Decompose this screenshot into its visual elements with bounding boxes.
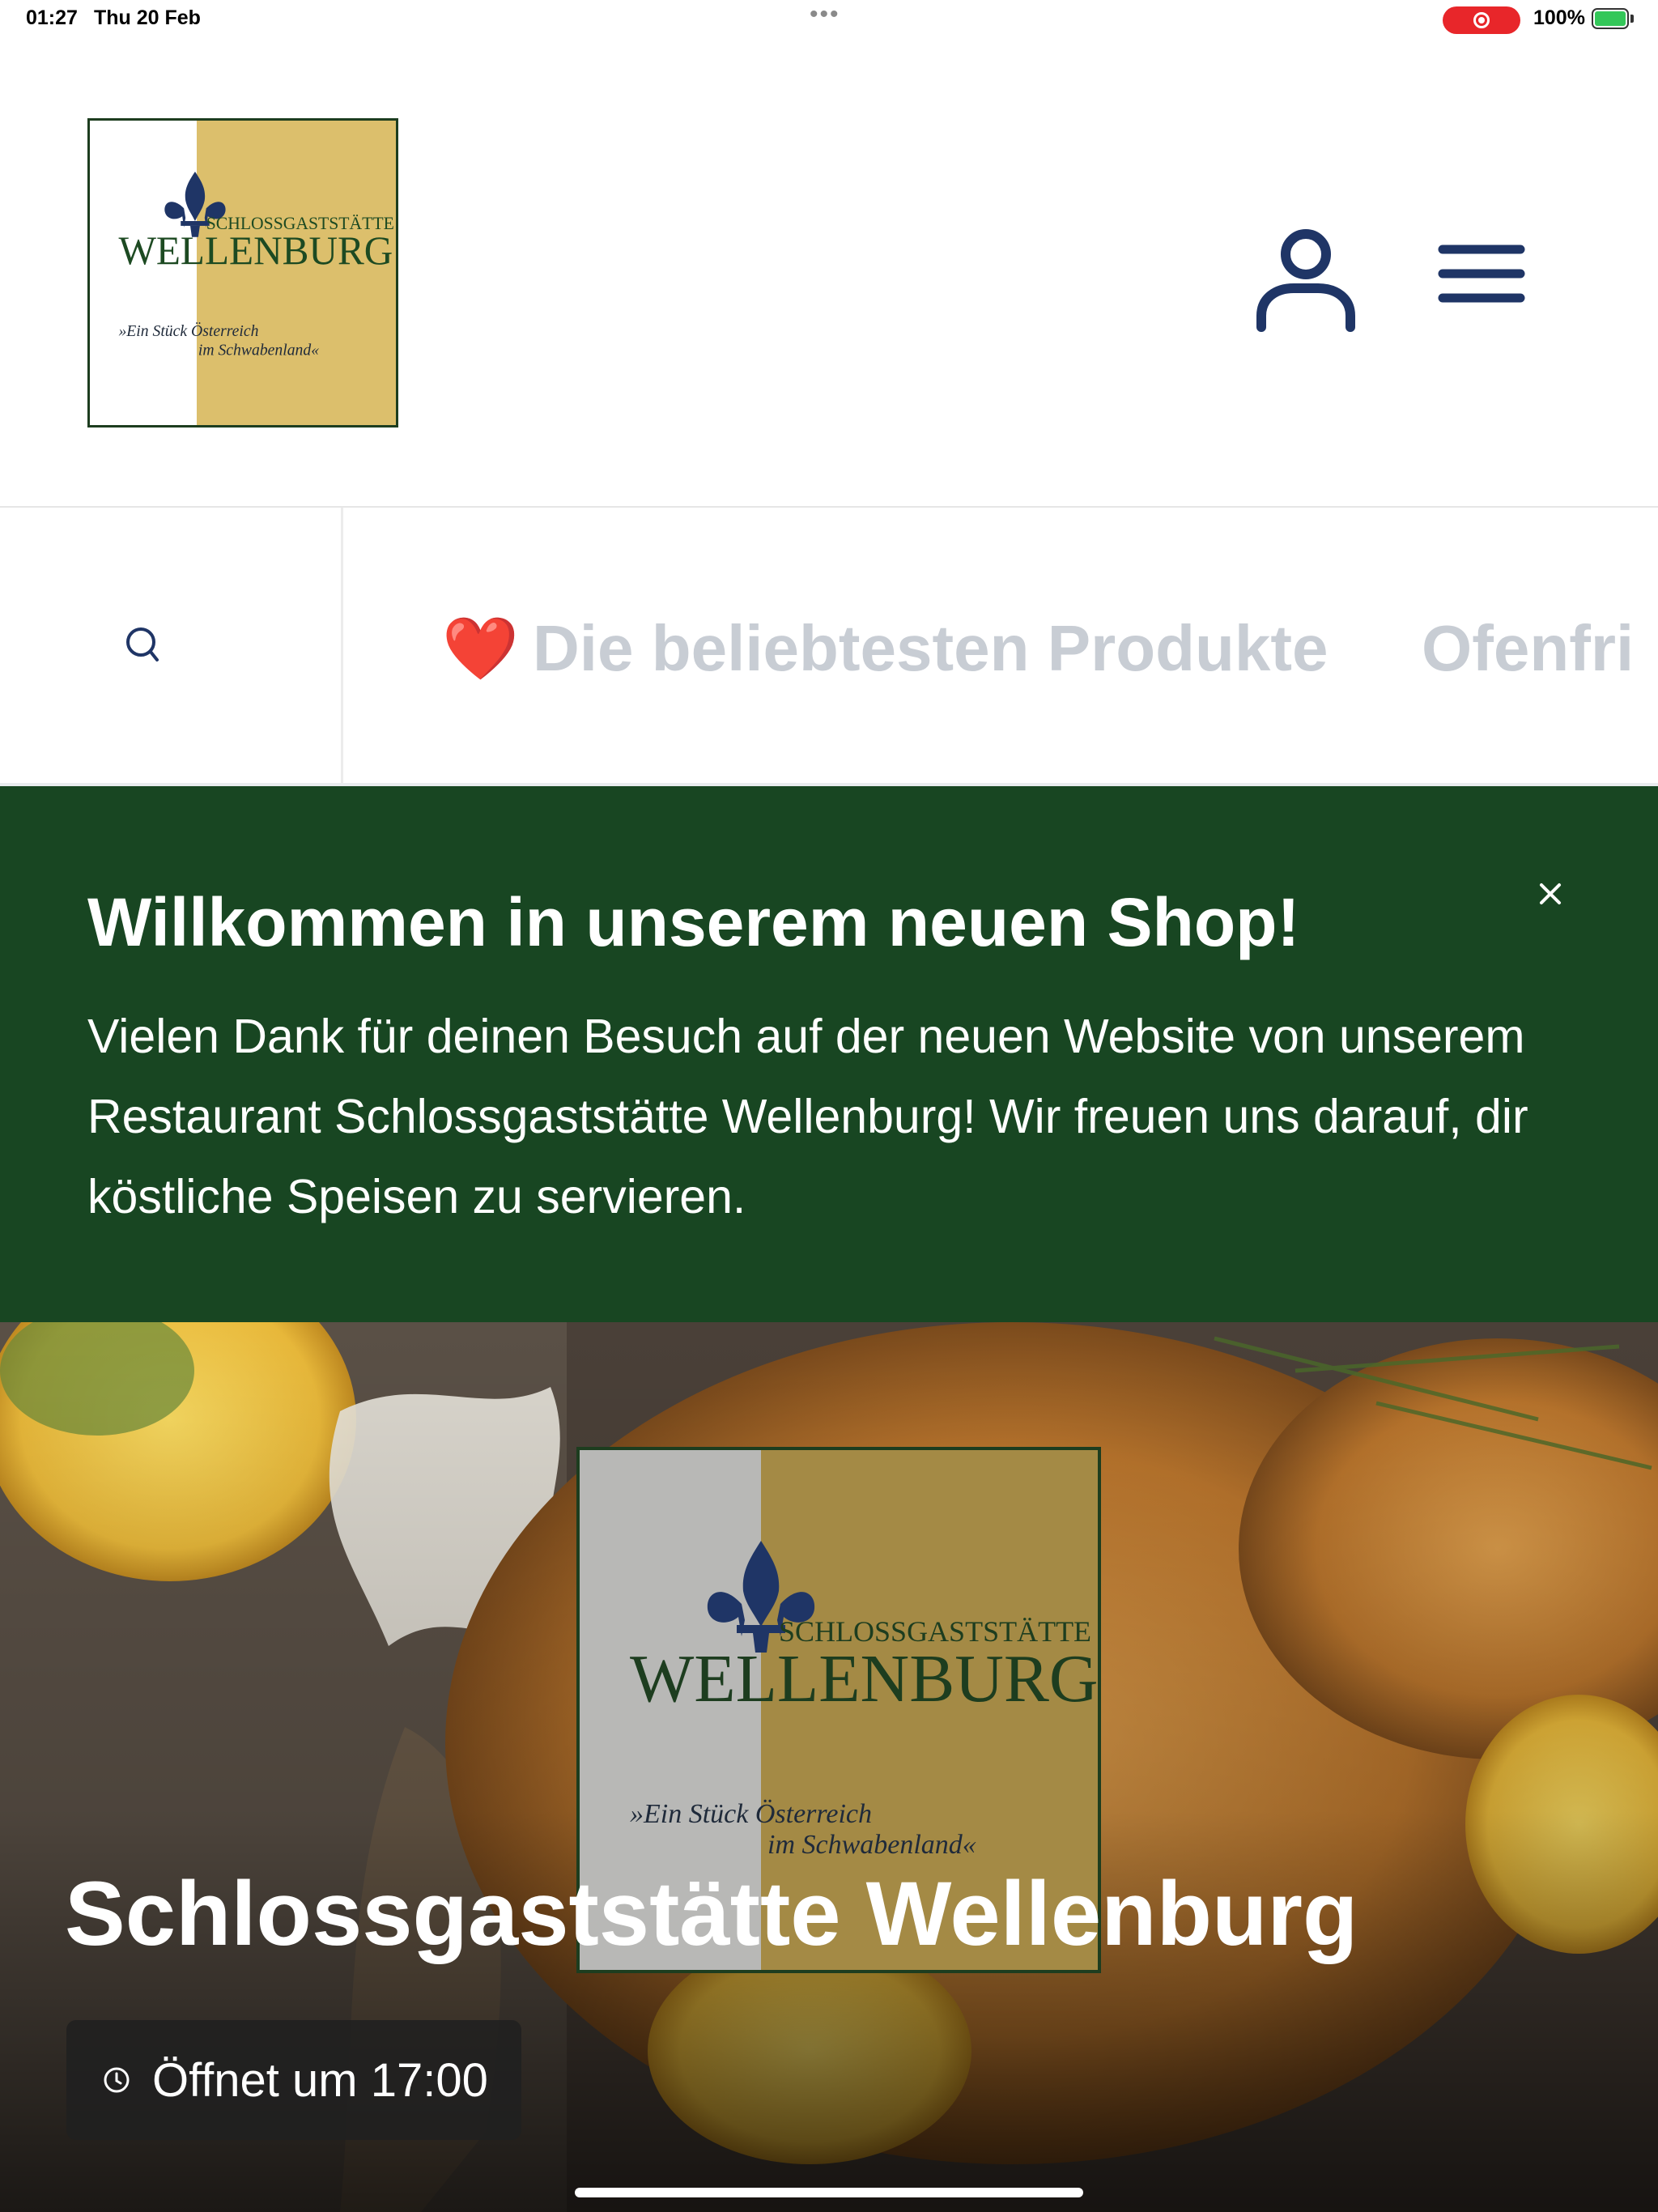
status-time: 01:27 (26, 6, 78, 29)
battery-icon (1592, 8, 1629, 29)
screen-recording-icon[interactable] (1443, 6, 1520, 34)
svg-text:im Schwabenland«: im Schwabenland« (198, 341, 319, 359)
user-icon (1256, 229, 1355, 332)
status-date: Thu 20 Feb (94, 6, 201, 29)
multitasking-dots-icon[interactable]: ••• (810, 2, 840, 27)
logo-graphic: SCHLOSSGASTSTÄTTE WELLENBURG »Ein Stück … (118, 171, 394, 359)
svg-text:»Ein Stück Österreich: »Ein Stück Österreich (630, 1799, 872, 1829)
banner-close-button[interactable] (1530, 874, 1571, 914)
opening-hours-text: Öffnet um 17:00 (152, 2054, 488, 2107)
battery-percentage: 100% (1533, 6, 1585, 29)
svg-text:im Schwabenland«: im Schwabenland« (767, 1830, 976, 1860)
svg-text:»Ein Stück Österreich: »Ein Stück Österreich (118, 322, 258, 340)
heart-icon: ❤️ (442, 615, 519, 683)
hero-section: SCHLOSSGASTSTÄTTE WELLENBURG »Ein Stück … (0, 1322, 1658, 2212)
welcome-banner: Willkommen in unserem neuen Shop! Vielen… (0, 786, 1658, 1322)
svg-text:WELLENBURG: WELLENBURG (118, 228, 393, 273)
close-icon (1540, 883, 1561, 904)
site-logo[interactable]: SCHLOSSGASTSTÄTTE WELLENBURG »Ein Stück … (87, 118, 398, 428)
home-indicator[interactable] (575, 2188, 1083, 2197)
search-icon (126, 627, 159, 661)
search-button[interactable] (0, 508, 343, 783)
clock-icon (104, 2067, 130, 2093)
status-bar: 01:27 Thu 20 Feb ••• 100% (0, 0, 1658, 39)
nav-item-popular-products[interactable]: Die beliebtesten Produkte (533, 608, 1328, 689)
category-nav: ❤️ Die beliebtesten Produkte Ofenfri (0, 508, 1658, 783)
hero-title: Schlossgaststätte Wellenburg (65, 1863, 1358, 1964)
svg-text:WELLENBURG: WELLENBURG (630, 1641, 1099, 1716)
site-header: SCHLOSSGASTSTÄTTE WELLENBURG »Ein Stück … (0, 39, 1658, 507)
hamburger-menu-icon (1438, 245, 1525, 303)
nav-item-oven-fresh[interactable]: Ofenfri (1422, 608, 1634, 689)
menu-button[interactable] (1433, 241, 1530, 322)
opening-hours-badge: Öffnet um 17:00 (66, 2020, 521, 2140)
banner-text: Vielen Dank für deinen Besuch auf der ne… (87, 1010, 1528, 1223)
battery-tip (1630, 15, 1634, 23)
banner-title: Willkommen in unserem neuen Shop! (87, 884, 1300, 960)
account-button[interactable] (1255, 227, 1357, 332)
